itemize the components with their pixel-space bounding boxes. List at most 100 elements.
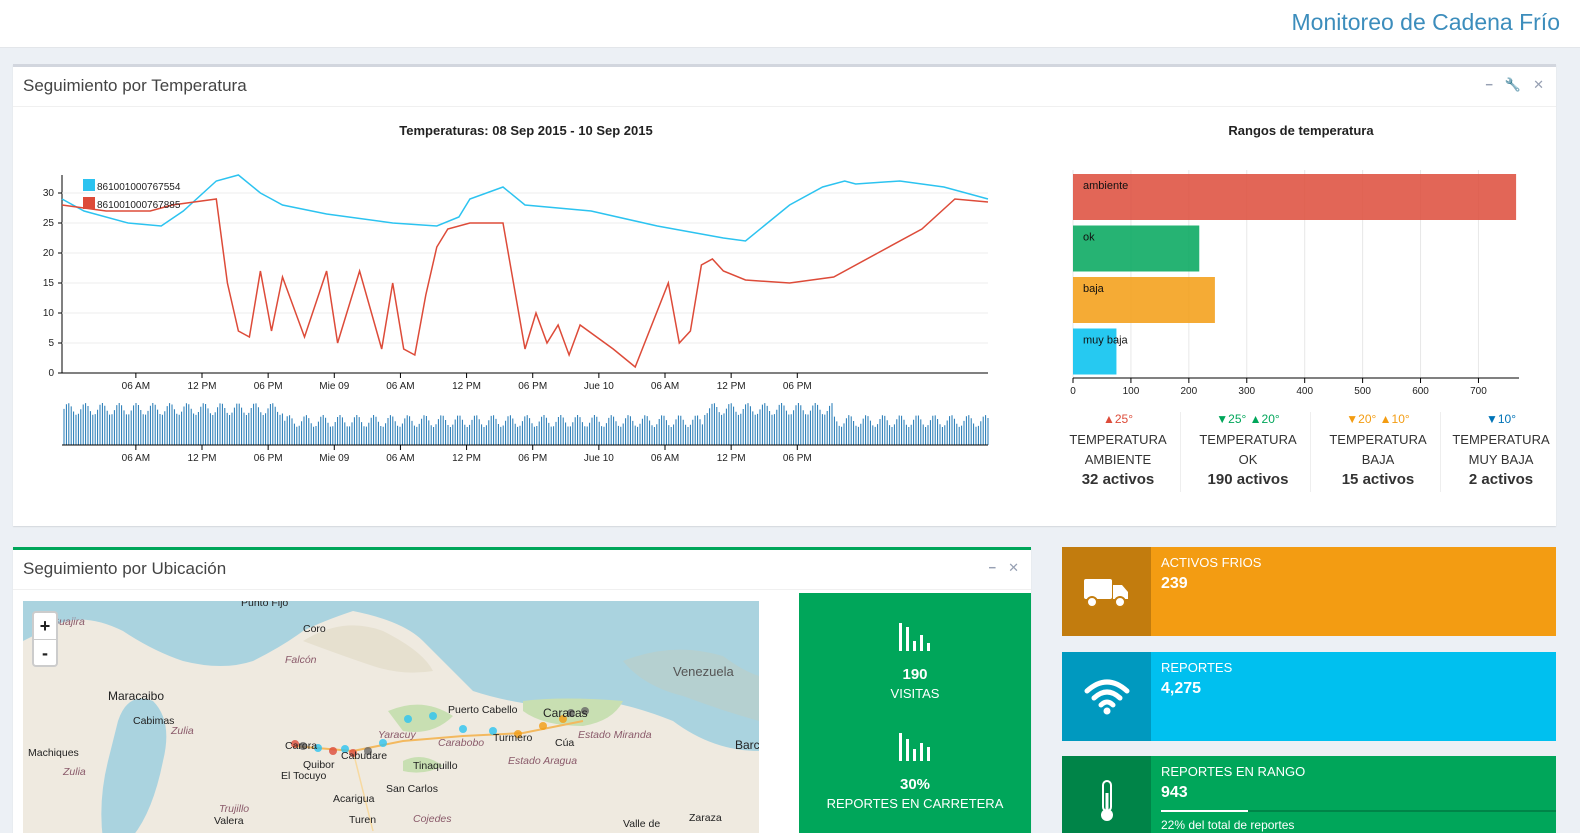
truck-icon: [1062, 547, 1151, 636]
map-label: Estado Miranda: [578, 729, 652, 741]
map-label: Carabobo: [438, 737, 484, 749]
collapse-icon[interactable]: −: [1485, 77, 1493, 93]
info-box-label: REPORTES EN RANGO: [1161, 764, 1306, 779]
y-tick-label: 30: [43, 188, 55, 199]
bar-chart-icon: [899, 623, 930, 651]
info-box-label: REPORTES: [1161, 660, 1233, 675]
x-tick-label: 12 PM: [452, 381, 481, 392]
location-panel: Seguimiento por Ubicación − ✕ + - Punto …: [13, 547, 1031, 833]
top-bar: Monitoreo de Cadena Frío: [0, 0, 1580, 48]
map-label: Yaracuy: [378, 729, 416, 741]
forest-area: [388, 704, 453, 732]
stat-label: TEMPERATURA: [1069, 432, 1167, 447]
overview-x-tick-label: 06 AM: [651, 453, 679, 464]
app-title: Monitoreo de Cadena Frío: [1291, 9, 1561, 35]
stat-label: AMBIENTE: [1084, 452, 1152, 467]
stat-arrow: ▲25°: [1102, 412, 1134, 426]
map-label: Venezuela: [673, 664, 734, 679]
x-tick-label: 06 AM: [122, 381, 150, 392]
road-reports-value: 30%: [899, 776, 931, 793]
info-box-progress: [1161, 810, 1556, 812]
wifi-icon: [1062, 652, 1151, 741]
road-reports-label: REPORTES EN CARRETERA: [826, 796, 1004, 811]
zoom-out-button[interactable]: -: [34, 639, 56, 665]
map-label: Turmero: [493, 732, 532, 744]
overview-x-tick-label: 12 PM: [452, 453, 481, 464]
overview-x-tick-label: 12 PM: [188, 453, 217, 464]
info-box-reports[interactable]: REPORTES 4,275: [1062, 652, 1556, 741]
close-icon[interactable]: ✕: [1533, 77, 1544, 93]
zoom-in-button[interactable]: +: [34, 613, 56, 639]
bar-label: muy baja: [1083, 335, 1129, 347]
map-label: Cúa: [555, 737, 574, 749]
overview-x-tick-label: 06 AM: [386, 453, 414, 464]
map-label: Cabimas: [133, 715, 174, 727]
map-label: Maracaibo: [108, 689, 164, 703]
map-label: Punto Fijo: [241, 601, 288, 609]
map-label: Machiques: [28, 747, 79, 759]
map-label: Trujillo: [219, 803, 249, 815]
map-label: Zulia: [170, 725, 194, 737]
map-label: Cojedes: [413, 813, 452, 825]
stat-label: OK: [1238, 452, 1258, 467]
map-label: Zulia: [62, 766, 86, 778]
x-tick-label: 400: [1296, 386, 1313, 397]
x-tick-label: 06 PM: [254, 381, 283, 392]
visits-label: VISITAS: [890, 686, 940, 701]
x-tick-label: 600: [1412, 386, 1429, 397]
stat-label: TEMPERATURA: [1329, 432, 1427, 447]
x-tick-label: 06 AM: [386, 381, 414, 392]
info-box-cold-assets[interactable]: ACTIVOS FRIOS 239: [1062, 547, 1556, 636]
info-box-in-range[interactable]: REPORTES EN RANGO 943 22% del total de r…: [1062, 756, 1556, 833]
x-tick-label: 100: [1123, 386, 1140, 397]
map-label: San Carlos: [386, 783, 438, 795]
x-tick-label: Mie 09: [319, 381, 349, 392]
x-tick-label: 06 PM: [783, 381, 812, 392]
line-chart-title: Temperaturas: 08 Sep 2015 - 10 Sep 2015: [399, 123, 653, 138]
x-tick-label: 700: [1470, 386, 1487, 397]
y-tick-label: 10: [43, 308, 55, 319]
map-label: Turen: [349, 814, 376, 826]
wrench-icon[interactable]: 🔧: [1505, 77, 1521, 93]
temperature-line-chart[interactable]: 0 5 10 15 20 25 30 06 AM 12 PM 06 PM Mie 09 06 AM 12…: [13, 155, 1013, 465]
temperature-ranges-bar-chart[interactable]: ambiente ok baja muy baja 0 100 200 300 400 500 60…: [1053, 162, 1556, 407]
info-box-value: 239: [1161, 575, 1188, 592]
close-icon[interactable]: ✕: [1008, 560, 1019, 576]
temperature-panel-title: Seguimiento por Temperatura: [23, 76, 247, 95]
map-label: Falcón: [285, 654, 317, 666]
info-box-value: 4,275: [1161, 680, 1202, 697]
x-tick-label: 06 PM: [518, 381, 547, 392]
stat-arrow: ▼25° ▲20°: [1216, 412, 1280, 426]
map-label: Tinaquillo: [413, 760, 458, 772]
map-label: El Tocuyo: [281, 770, 326, 782]
x-tick-label: 0: [1070, 386, 1076, 397]
bar-chart-icon: [899, 733, 930, 761]
stat-count: 15 activos: [1341, 471, 1415, 488]
location-panel-header: Seguimiento por Ubicación − ✕: [13, 550, 1031, 590]
location-map[interactable]: + - Punto Fijo Coro Falcón Maracaibo Cab…: [23, 601, 759, 833]
map-canvas: Punto Fijo Coro Falcón Maracaibo Cabimas…: [23, 601, 759, 833]
stat-ok: ▼25° ▲20° TEMPERATURA OK 190 activos: [1186, 412, 1311, 492]
stat-count: 190 activos: [1207, 471, 1289, 488]
panel-tools: − 🔧 ✕: [1485, 77, 1544, 93]
legend-swatch: [83, 179, 95, 191]
x-tick-label: 300: [1238, 386, 1255, 397]
collapse-icon[interactable]: −: [989, 560, 997, 576]
stat-label: TEMPERATURA: [1199, 432, 1297, 447]
legend-label: 861001000767554: [97, 182, 181, 193]
bar-label: ok: [1083, 232, 1095, 244]
info-box-description: 22% del total de reportes: [1161, 818, 1295, 832]
map-label: Caracas: [543, 706, 588, 720]
x-tick-label: 12 PM: [188, 381, 217, 392]
map-label: Barc: [735, 738, 759, 752]
road-reports-stat: 30% REPORTES EN CARRETERA: [799, 731, 1031, 811]
temperature-panel-header: Seguimiento por Temperatura − 🔧 ✕: [13, 67, 1556, 107]
y-tick-label: 15: [43, 278, 55, 289]
bar-label: baja: [1083, 283, 1105, 295]
overview-x-tick-label: 06 PM: [783, 453, 812, 464]
map-label: Carora: [285, 740, 317, 752]
info-box-progress-fill: [1161, 810, 1248, 812]
series-line-861001000767554: [61, 174, 989, 242]
info-box-label: ACTIVOS FRIOS: [1161, 555, 1262, 570]
legend-label: 861001000767885: [97, 200, 181, 211]
